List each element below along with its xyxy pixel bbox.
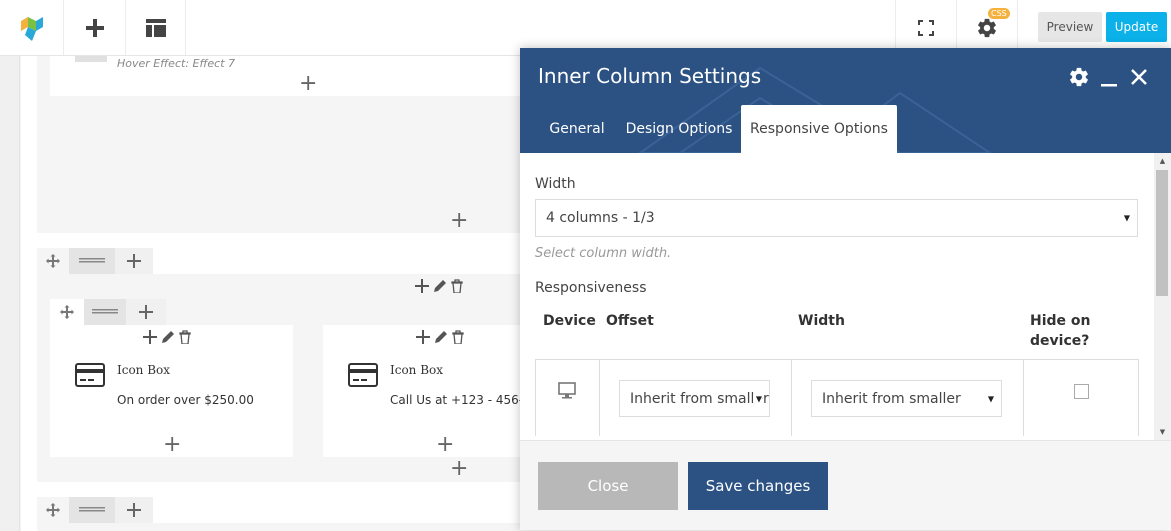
row-controls xyxy=(37,248,153,274)
column-controls xyxy=(416,329,476,345)
layout-icon xyxy=(145,18,166,37)
panel-scrollbar[interactable]: ▲ ▼ xyxy=(1154,153,1171,440)
left-rail xyxy=(0,56,20,531)
row-layout-icon[interactable] xyxy=(84,299,126,325)
inner-column: Icon Box Call Us at +123 - 456-7 + xyxy=(323,325,531,457)
width-hint: Select column width. xyxy=(535,246,672,261)
image-thumbnail xyxy=(75,56,107,62)
add-element-plus-icon[interactable]: + xyxy=(299,73,317,95)
scroll-up-icon[interactable]: ▲ xyxy=(1154,153,1171,169)
column-width-select[interactable]: 4 columns - 1/3 ▼ xyxy=(535,199,1138,237)
row-block xyxy=(37,523,521,531)
scroll-down-icon[interactable]: ▼ xyxy=(1154,424,1171,440)
add-icon[interactable] xyxy=(415,279,429,293)
column-controls xyxy=(415,278,475,294)
dropdown-arrow-icon: ▼ xyxy=(752,394,762,403)
add-column-icon[interactable] xyxy=(126,299,166,325)
add-element-plus-icon[interactable]: + xyxy=(163,434,181,456)
row-block: Icon Box On order over $250.00 + Icon Bo… xyxy=(37,274,531,482)
logo-button[interactable] xyxy=(0,0,64,55)
delete-icon[interactable] xyxy=(452,330,464,344)
credit-card-icon xyxy=(348,363,378,387)
move-icon[interactable] xyxy=(37,248,69,274)
element-box: Hover Effect: Effect 7 + xyxy=(50,56,521,96)
save-changes-button[interactable]: Save changes xyxy=(688,462,828,510)
move-icon[interactable] xyxy=(37,497,69,523)
page-settings-button[interactable]: CSS xyxy=(956,0,1018,55)
offset-value: Inherit from smaller xyxy=(630,390,769,407)
add-element-plus-icon[interactable]: + xyxy=(450,458,468,480)
add-column-icon[interactable] xyxy=(115,248,153,274)
th-device: Device xyxy=(543,313,596,329)
tab-design-options[interactable]: Design Options xyxy=(622,105,736,153)
row-block: Hover Effect: Effect 7 + + xyxy=(37,56,521,233)
add-icon[interactable] xyxy=(143,330,157,344)
row-controls xyxy=(37,497,153,523)
add-element-plus-icon[interactable]: + xyxy=(450,210,468,232)
icon-box-desc: Call Us at +123 - 456-7 xyxy=(390,393,531,407)
row-layout-icon[interactable] xyxy=(69,248,115,274)
column-width-value: 4 columns - 1/3 xyxy=(546,210,655,226)
close-button[interactable]: Close xyxy=(538,462,678,510)
row-layout-icon[interactable] xyxy=(69,497,115,523)
add-element-plus-icon[interactable]: + xyxy=(436,434,454,456)
move-icon[interactable] xyxy=(50,299,84,325)
plus-icon xyxy=(85,18,104,37)
hide-on-device-checkbox[interactable] xyxy=(1074,384,1089,399)
panel-header[interactable]: Inner Column Settings General Design Opt… xyxy=(520,48,1171,153)
icon-box-desc: On order over $250.00 xyxy=(117,393,254,407)
panel-title: Inner Column Settings xyxy=(538,64,762,88)
icon-box-title: Icon Box xyxy=(390,363,444,377)
edit-icon[interactable] xyxy=(434,330,448,344)
th-width: Width xyxy=(798,313,845,329)
inner-row-controls xyxy=(50,299,166,325)
tab-general[interactable]: General xyxy=(540,105,614,153)
offset-select[interactable]: Inherit from smaller ▼ xyxy=(619,380,770,417)
device-width-value: Inherit from smaller xyxy=(822,390,961,407)
update-button[interactable]: Update xyxy=(1106,12,1167,42)
fullscreen-button[interactable] xyxy=(895,0,956,55)
th-hide-on-device: Hide on device? xyxy=(1030,313,1091,349)
add-column-icon[interactable] xyxy=(115,497,153,523)
responsiveness-table: Inherit from smaller ▼ Inherit from smal… xyxy=(535,359,1139,436)
dropdown-arrow-icon: ▼ xyxy=(987,394,994,403)
panel-body: Width 4 columns - 1/3 ▼ Select column wi… xyxy=(520,153,1171,436)
gear-icon xyxy=(978,18,996,37)
templates-button[interactable] xyxy=(126,0,186,55)
panel-settings-gear-icon[interactable] xyxy=(1067,65,1091,89)
logo-icon xyxy=(20,16,43,41)
inner-column-settings-panel: Inner Column Settings General Design Opt… xyxy=(520,48,1171,530)
close-icon[interactable] xyxy=(1128,65,1150,89)
delete-icon[interactable] xyxy=(179,330,191,344)
hover-effect-text: Hover Effect: Effect 7 xyxy=(117,57,236,70)
icon-box-title: Icon Box xyxy=(117,363,171,377)
responsiveness-label: Responsiveness xyxy=(535,280,647,296)
th-offset: Offset xyxy=(606,313,654,329)
column-controls xyxy=(143,329,203,345)
panel-footer: Close Save changes xyxy=(520,440,1171,530)
add-element-button[interactable] xyxy=(64,0,126,55)
credit-card-icon xyxy=(75,363,105,387)
edit-icon[interactable] xyxy=(161,330,175,344)
width-label: Width xyxy=(535,176,576,192)
scroll-thumb[interactable] xyxy=(1156,170,1168,296)
minimize-icon[interactable] xyxy=(1099,65,1119,89)
dropdown-arrow-icon: ▼ xyxy=(1123,213,1130,223)
delete-icon[interactable] xyxy=(451,279,463,293)
fullscreen-icon xyxy=(918,19,934,36)
edit-icon[interactable] xyxy=(433,279,447,293)
preview-button[interactable]: Preview xyxy=(1038,12,1102,42)
tab-responsive-options[interactable]: Responsive Options xyxy=(741,105,897,153)
desktop-icon xyxy=(558,382,576,399)
add-icon[interactable] xyxy=(416,330,430,344)
css-badge: CSS xyxy=(988,8,1010,19)
device-width-select[interactable]: Inherit from smaller ▼ xyxy=(811,380,1002,417)
inner-column: Icon Box On order over $250.00 + xyxy=(50,325,293,457)
